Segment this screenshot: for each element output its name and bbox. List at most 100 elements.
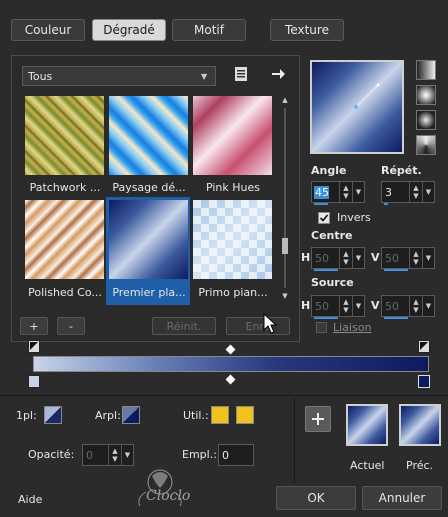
previous-label: Préc. — [406, 459, 434, 472]
invert-checkbox[interactable] — [318, 212, 330, 224]
source-v-slider[interactable] — [384, 317, 408, 319]
center-h-slider[interactable] — [314, 269, 338, 271]
tab-texture[interactable]: Texture — [270, 19, 344, 41]
source-h-slider[interactable] — [314, 317, 338, 319]
chevron-down-icon[interactable]: ▼ — [422, 182, 434, 202]
gradient-thumb-primo-piano[interactable] — [193, 200, 272, 279]
foreground-color-swatch[interactable] — [44, 406, 62, 424]
gradient-bar[interactable] — [33, 356, 429, 372]
center-h-label: H — [301, 251, 311, 264]
chevron-down-icon: ▼ — [201, 71, 208, 81]
opacity-stop-right[interactable] — [418, 340, 430, 353]
source-v-spin-arrows[interactable]: ▲ ▼ — [409, 296, 422, 316]
angle-spin-arrows[interactable]: ▲ ▼ — [339, 182, 352, 202]
rectangular-gradient-style-button[interactable] — [416, 110, 436, 130]
opacity-spin-arrows[interactable]: ▲ ▼ — [108, 445, 121, 465]
current-gradient-preview[interactable] — [346, 404, 388, 446]
location-field[interactable]: 0 — [218, 444, 254, 466]
gradient-preview[interactable] — [310, 60, 404, 154]
current-label: Actuel — [350, 459, 385, 472]
reset-button[interactable]: Réinit. — [152, 317, 216, 335]
background-color-swatch[interactable] — [122, 406, 140, 424]
center-h-stepper[interactable]: 50 ▲ ▼ ▼ — [311, 247, 365, 271]
used-color-swatch-2[interactable] — [236, 406, 254, 424]
center-h-value[interactable]: 50 — [312, 252, 339, 265]
radial-gradient-style-button[interactable] — [416, 85, 436, 105]
save-button[interactable]: Enre — [226, 317, 290, 335]
opacity-value[interactable]: 0 — [83, 449, 108, 462]
help-link[interactable]: Aide — [18, 493, 42, 506]
chevron-down-icon[interactable]: ▼ — [422, 248, 434, 268]
tab-degrade[interactable]: Dégradé — [92, 19, 166, 41]
background-label: Arpl: — [95, 409, 121, 422]
add-button[interactable]: + — [20, 317, 48, 335]
foreground-label: 1pl: — [16, 409, 37, 422]
cancel-button[interactable]: Annuler — [362, 486, 442, 510]
source-h-stepper[interactable]: 50 ▲ ▼ ▼ — [311, 295, 365, 319]
sunburst-gradient-style-button[interactable] — [416, 135, 436, 155]
center-v-spin-arrows[interactable]: ▲ ▼ — [409, 248, 422, 268]
watermark-text: Cloclo — [146, 488, 191, 504]
repeat-slider[interactable] — [384, 203, 388, 205]
scroll-track[interactable] — [284, 108, 286, 288]
repeat-label: Répét. — [381, 164, 422, 177]
source-v-label: V — [371, 299, 380, 312]
gradient-thumb-pink-hues[interactable] — [193, 96, 272, 175]
opacity-label: Opacité: — [28, 448, 75, 461]
center-v-stepper[interactable]: 50 ▲ ▼ ▼ — [381, 247, 435, 271]
gradient-label: Pink Hues — [205, 181, 261, 194]
category-select[interactable]: Tous ▼ — [22, 66, 216, 86]
gradient-label: Polished Co... — [28, 286, 102, 299]
gradient-thumb-polished-copper[interactable] — [25, 200, 104, 279]
tab-motif[interactable]: Motif — [172, 19, 246, 41]
opacity-stop-left[interactable] — [28, 340, 40, 353]
remove-button[interactable]: - — [57, 317, 85, 335]
gradient-label: Paysage dé... — [112, 181, 186, 194]
color-stop-right[interactable] — [418, 375, 430, 388]
link-checkbox[interactable] — [316, 322, 327, 333]
category-select-value: Tous — [28, 69, 53, 83]
scroll-up-icon[interactable]: ▲ — [280, 96, 290, 104]
angle-stepper[interactable]: 45 ▲ ▼ ▼ — [311, 181, 365, 205]
divider — [0, 395, 448, 396]
location-label: Empl.: — [182, 448, 217, 461]
repeat-value[interactable]: 3 — [382, 186, 409, 199]
center-v-slider[interactable] — [384, 269, 408, 271]
repeat-stepper[interactable]: 3 ▲ ▼ ▼ — [381, 181, 435, 205]
center-v-label: V — [371, 251, 380, 264]
previous-gradient-preview[interactable] — [399, 404, 441, 446]
center-h-spin-arrows[interactable]: ▲ ▼ — [339, 248, 352, 268]
add-to-library-button[interactable] — [305, 406, 331, 432]
gradient-thumb-patchwork[interactable] — [25, 96, 104, 175]
angle-slider[interactable] — [314, 203, 328, 205]
chevron-down-icon[interactable]: ▼ — [352, 296, 364, 316]
library-scrollbar[interactable]: ▲ ▼ — [280, 96, 290, 300]
source-h-value[interactable]: 50 — [312, 300, 339, 313]
invert-label: Invers — [337, 211, 371, 224]
angle-value[interactable]: 45 — [314, 185, 329, 199]
scroll-down-icon[interactable]: ▼ — [280, 292, 290, 300]
source-label: Source — [311, 276, 354, 289]
linear-gradient-style-button[interactable] — [416, 60, 436, 80]
scroll-thumb[interactable] — [282, 238, 288, 254]
used-color-swatch-1[interactable] — [211, 406, 229, 424]
gradient-label: Premier pla... — [112, 286, 186, 299]
source-v-stepper[interactable]: 50 ▲ ▼ ▼ — [381, 295, 435, 319]
source-h-spin-arrows[interactable]: ▲ ▼ — [339, 296, 352, 316]
chevron-down-icon[interactable]: ▼ — [352, 248, 364, 268]
color-stop-left[interactable] — [28, 375, 40, 388]
source-v-value[interactable]: 50 — [382, 300, 409, 313]
list-view-icon[interactable] — [233, 66, 249, 82]
arrow-right-icon[interactable] — [270, 66, 286, 82]
gradient-thumb-paysage[interactable] — [109, 96, 188, 175]
chevron-down-icon[interactable]: ▼ — [352, 182, 364, 202]
chevron-down-icon[interactable]: ▼ — [422, 296, 434, 316]
ok-button[interactable]: OK — [276, 486, 356, 510]
center-label: Centre — [311, 229, 353, 242]
angle-handle-icon[interactable] — [312, 62, 402, 152]
location-value[interactable]: 0 — [219, 449, 253, 462]
center-v-value[interactable]: 50 — [382, 252, 409, 265]
gradient-thumb-premier-plan[interactable] — [109, 200, 188, 279]
tab-couleur[interactable]: Couleur — [11, 19, 85, 41]
repeat-spin-arrows[interactable]: ▲ ▼ — [409, 182, 422, 202]
